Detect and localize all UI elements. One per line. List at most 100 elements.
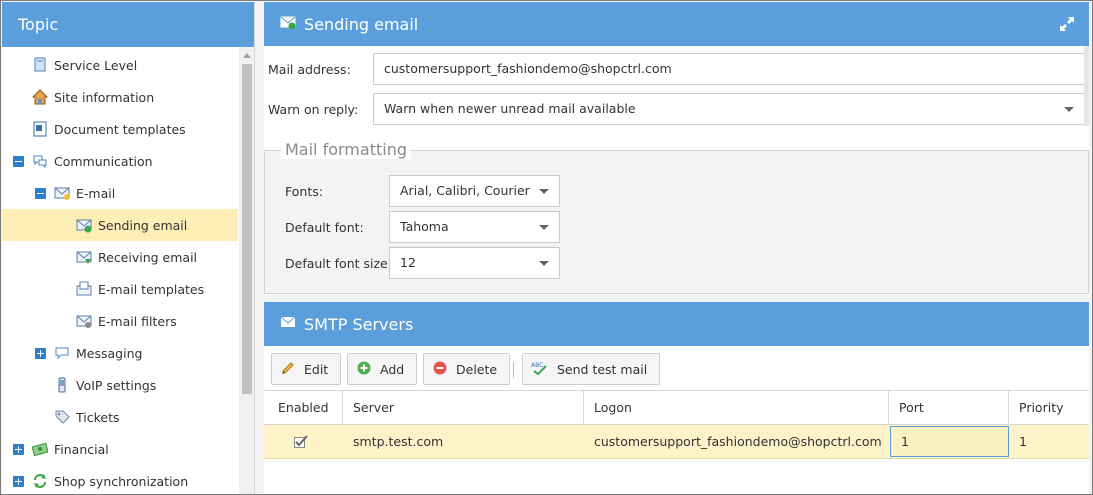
chevron-down-icon [539,225,549,230]
cell-logon: customersupport_fashiondemo@shopctrl.com [594,434,882,449]
pencil-icon [280,360,296,379]
warn-on-reply-select[interactable]: Warn when newer unread mail available [373,93,1085,125]
topic-header: Topic [2,2,254,47]
envelope-send-icon [280,14,296,34]
tree-scrollbar[interactable] [239,47,254,494]
mail-formatting-legend: Mail formatting [281,140,411,159]
tree-item-service-level[interactable]: Service Level [2,49,238,81]
mail-address-label: Mail address: [268,62,351,77]
delete-button[interactable]: Delete [423,353,511,385]
tree-item-label: Shop synchronization [54,473,189,489]
tree-item-sending-email[interactable]: Sending email [2,209,238,241]
envelope-filter-icon [76,313,92,329]
column-header-enabled[interactable]: Enabled [264,391,343,424]
phone-icon [54,377,70,393]
expand-icon[interactable] [35,347,46,359]
tree-item-label: E-mail filters [98,313,177,329]
cell-port-editor[interactable]: 1 [890,426,1009,457]
envelope-icon [54,185,70,201]
send-test-mail-button[interactable]: ABC Send test mail [522,353,661,385]
cell-server: smtp.test.com [353,434,444,449]
tree-item-label: Communication [54,153,153,169]
edit-button-label: Edit [304,361,329,377]
form-scrollbar[interactable] [1084,46,1089,126]
smtp-toolbar: Edit Add Delete ABC Send test mail [264,346,1089,391]
tree-item-document-templates[interactable]: Document templates [2,113,238,145]
tree-item-email-templates[interactable]: E-mail templates [2,273,238,305]
tree-item-label: VoIP settings [76,377,157,393]
warn-on-reply-value: Warn when newer unread mail available [384,101,636,116]
collapse-icon[interactable] [13,155,24,167]
tree-item-shop-synchronization[interactable]: Shop synchronization [2,465,238,494]
topic-tree: Service Level Site information Document … [2,47,238,494]
speech-bubbles-icon [32,153,48,169]
spellcheck-icon: ABC [531,360,549,379]
tag-icon [54,409,70,425]
tree-item-tickets[interactable]: Tickets [2,401,238,433]
envelope-send-icon [76,217,92,233]
topic-panel: Topic Service Level Site information Doc… [2,2,255,494]
scroll-thumb[interactable] [242,64,252,394]
expand-icon[interactable] [13,443,24,455]
tree-item-site-information[interactable]: Site information [2,81,238,113]
cell-priority: 1 [1019,434,1027,449]
default-font-size-value: 12 [400,255,416,270]
chevron-down-icon [1064,107,1074,112]
send-test-mail-label: Send test mail [557,361,648,377]
toolbar-separator [513,362,514,378]
tree-item-label: Receiving email [98,249,198,265]
tree-item-messaging[interactable]: Messaging [2,337,238,369]
warn-on-reply-label: Warn on reply: [268,102,359,117]
default-font-size-select[interactable]: 12 [389,247,560,279]
tree-item-label: E-mail [76,185,116,201]
table-row[interactable]: smtp.test.com customersupport_fashiondem… [264,425,1089,459]
tree-item-voip-settings[interactable]: VoIP settings [2,369,238,401]
money-icon [31,441,49,457]
column-header-port[interactable]: Port [889,391,1009,424]
sync-icon [32,473,48,489]
chat-bubble-icon [54,345,70,361]
column-header-server[interactable]: Server [343,391,584,424]
chevron-down-icon [539,189,549,194]
column-header-logon[interactable]: Logon [584,391,889,424]
add-button-label: Add [380,361,405,377]
tree-item-label: E-mail templates [98,281,205,297]
envelope-template-icon [76,281,92,297]
sending-email-form: Mail address: customersupport_fashiondem… [264,46,1089,295]
smtp-servers-section: SMTP Servers Edit Add Delete ABC Send te… [264,302,1089,494]
content-area: Sending email Mail address: customersupp… [264,2,1090,494]
maximize-icon[interactable] [1059,16,1075,32]
smtp-servers-title: SMTP Servers [304,314,414,334]
fonts-select[interactable]: Arial, Calibri, Courier [389,175,560,207]
tree-item-label: Site information [54,89,155,105]
smtp-servers-grid: Enabled Server Logon Port Priority smtp.… [264,391,1089,459]
tree-item-label: Tickets [76,409,120,425]
expand-icon[interactable] [13,475,24,487]
window-frame: Topic Service Level Site information Doc… [0,0,1093,495]
envelope-icon [280,314,296,334]
scroll-up-arrow-icon[interactable] [243,53,251,58]
collapse-icon[interactable] [35,187,46,199]
tree-item-communication[interactable]: Communication [2,145,238,177]
tree-item-label: Sending email [98,217,188,233]
fonts-value: Arial, Calibri, Courier [400,183,530,198]
tree-item-email-filters[interactable]: E-mail filters [2,305,238,337]
add-button[interactable]: Add [347,353,418,385]
tree-item-receiving-email[interactable]: Receiving email [2,241,238,273]
edit-button[interactable]: Edit [271,353,342,385]
sending-email-title: Sending email [304,14,419,34]
tree-item-email[interactable]: E-mail [2,177,238,209]
minus-circle-icon [432,360,448,379]
mail-address-input[interactable]: customersupport_fashiondemo@shopctrl.com [373,53,1085,85]
tree-item-financial[interactable]: Financial [2,433,238,465]
house-icon [31,89,49,105]
default-font-label: Default font: [285,220,364,235]
svg-text:ABC: ABC [531,362,543,369]
checkbox-checked-icon[interactable] [294,435,308,448]
fonts-label: Fonts: [285,184,323,199]
grid-header: Enabled Server Logon Port Priority [264,391,1089,425]
plus-circle-icon [356,360,372,379]
column-header-priority[interactable]: Priority [1009,391,1089,424]
default-font-select[interactable]: Tahoma [389,211,560,243]
tree-item-label: Service Level [54,57,138,73]
